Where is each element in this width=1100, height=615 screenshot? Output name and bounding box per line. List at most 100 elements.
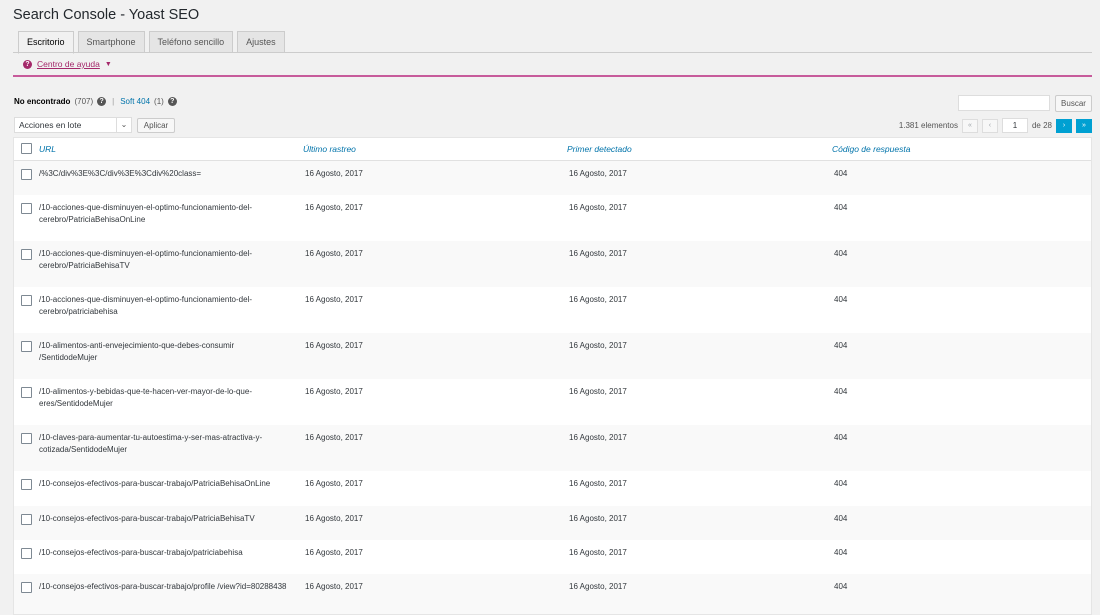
url-cell: /10-acciones-que-disminuyen-el-optimo-fu… <box>39 203 252 224</box>
row-checkbox[interactable] <box>21 514 32 525</box>
response-code-cell: 404 <box>834 203 848 212</box>
first-detected-cell: 16 Agosto, 2017 <box>569 169 627 178</box>
items-count: 1.381 elementos <box>898 121 958 130</box>
first-detected-cell: 16 Agosto, 2017 <box>569 295 627 304</box>
url-cell: /10-consejos-efectivos-para-buscar-traba… <box>39 479 271 488</box>
tab-divider <box>13 52 1092 53</box>
table-row: /10-alimentos-y-bebidas-que-te-hacen-ver… <box>14 379 1091 425</box>
issues-table: URL Último rastreo Primer detectado Códi… <box>13 137 1092 615</box>
first-detected-cell: 16 Agosto, 2017 <box>569 387 627 396</box>
column-url[interactable]: URL <box>39 144 56 154</box>
url-cell: /10-consejos-efectivos-para-buscar-traba… <box>39 514 255 523</box>
table-row: /10-consejos-efectivos-para-buscar-traba… <box>14 506 1091 540</box>
table-body: /%3C/div%3E%3C/div%3E%3Cdiv%20class= 16 A… <box>14 161 1091 614</box>
help-center-link[interactable]: Centro de ayuda <box>37 59 100 69</box>
question-icon: ? <box>23 59 32 69</box>
current-page-input[interactable]: 1 <box>1001 118 1028 133</box>
table-row: /10-consejos-efectivos-para-buscar-traba… <box>14 471 1091 506</box>
apply-button[interactable]: Aplicar <box>137 118 175 133</box>
table-row: /%3C/div%3E%3C/div%3E%3Cdiv%20class= 16 A… <box>14 161 1091 195</box>
response-code-cell: 404 <box>834 582 848 591</box>
row-checkbox[interactable] <box>21 169 32 180</box>
row-checkbox[interactable] <box>21 548 32 559</box>
last-crawled-cell: 16 Agosto, 2017 <box>305 203 363 212</box>
url-cell: /10-alimentos-y-bebidas-que-te-hacen-ver… <box>39 387 252 408</box>
table-row: /10-claves-para-aumentar-tu-autoestima-y… <box>14 425 1091 471</box>
column-first-detected[interactable]: Primer detectado <box>567 144 632 154</box>
table-row: /10-acciones-que-disminuyen-el-optimo-fu… <box>14 195 1091 241</box>
first-detected-cell: 16 Agosto, 2017 <box>569 582 627 591</box>
response-code-cell: 404 <box>834 514 848 523</box>
url-cell: /10-acciones-que-disminuyen-el-optimo-fu… <box>39 295 252 316</box>
page-title: Search Console - Yoast SEO <box>13 7 200 23</box>
help-center: ? Centro de ayuda ▼ <box>23 59 112 69</box>
row-checkbox[interactable] <box>21 341 32 352</box>
last-crawled-cell: 16 Agosto, 2017 <box>305 548 363 557</box>
row-checkbox[interactable] <box>21 433 32 444</box>
url-cell: /10-consejos-efectivos-para-buscar-traba… <box>39 548 243 557</box>
tab-telefono-sencillo[interactable]: Teléfono sencillo <box>148 31 234 53</box>
row-checkbox[interactable] <box>21 387 32 398</box>
next-page-button[interactable]: › <box>1056 118 1072 133</box>
question-icon[interactable]: ? <box>97 97 107 106</box>
question-icon[interactable]: ? <box>167 97 177 106</box>
url-cell: /10-consejos-efectivos-para-buscar-traba… <box>39 582 287 591</box>
last-crawled-cell: 16 Agosto, 2017 <box>305 295 363 304</box>
response-code-cell: 404 <box>834 169 848 178</box>
response-code-cell: 404 <box>834 479 848 488</box>
last-crawled-cell: 16 Agosto, 2017 <box>305 479 363 488</box>
not-found-count: (707) <box>74 97 94 106</box>
first-detected-cell: 16 Agosto, 2017 <box>569 203 627 212</box>
chevron-down-icon: ⌄ <box>116 118 131 132</box>
row-checkbox[interactable] <box>21 249 32 260</box>
url-cell: /10-claves-para-aumentar-tu-autoestima-y… <box>39 433 263 454</box>
search-button[interactable]: Buscar <box>1055 95 1092 112</box>
first-page-button[interactable]: « <box>961 118 978 133</box>
filter-soft-404[interactable]: Soft 404 <box>120 97 150 106</box>
column-last-crawled[interactable]: Último rastreo <box>303 144 356 154</box>
column-response-code[interactable]: Código de respuesta <box>832 144 910 154</box>
last-crawled-cell: 16 Agosto, 2017 <box>305 433 363 442</box>
response-code-cell: 404 <box>834 249 848 258</box>
first-detected-cell: 16 Agosto, 2017 <box>569 249 627 258</box>
table-row: /10-consejos-efectivos-para-buscar-traba… <box>14 540 1091 574</box>
last-crawled-cell: 16 Agosto, 2017 <box>305 249 363 258</box>
last-crawled-cell: 16 Agosto, 2017 <box>305 341 363 350</box>
last-page-button[interactable]: » <box>1076 118 1092 133</box>
url-cell: /10-alimentos-anti-envejecimiento-que-de… <box>39 341 235 362</box>
status-filters: No encontrado (707) ? | Soft 404 (1) ? <box>14 97 177 106</box>
table-row: /10-acciones-que-disminuyen-el-optimo-fu… <box>14 287 1091 333</box>
first-detected-cell: 16 Agosto, 2017 <box>569 514 627 523</box>
last-crawled-cell: 16 Agosto, 2017 <box>305 387 363 396</box>
select-all-checkbox[interactable] <box>21 143 32 154</box>
table-row: /10-consejos-efectivos-para-buscar-traba… <box>14 574 1091 614</box>
last-crawled-cell: 16 Agosto, 2017 <box>305 169 363 178</box>
search-input[interactable] <box>958 95 1050 111</box>
row-checkbox[interactable] <box>21 295 32 306</box>
row-checkbox[interactable] <box>21 479 32 490</box>
response-code-cell: 404 <box>834 387 848 396</box>
response-code-cell: 404 <box>834 341 848 350</box>
filter-not-found[interactable]: No encontrado <box>14 97 70 106</box>
url-cell: /10-acciones-que-disminuyen-el-optimo-fu… <box>39 249 252 270</box>
prev-page-button[interactable]: ‹ <box>981 118 998 133</box>
tab-escritorio[interactable]: Escritorio <box>18 31 74 54</box>
tab-ajustes[interactable]: Ajustes <box>237 31 285 53</box>
bulk-actions-value: Acciones en lote <box>19 120 82 130</box>
total-pages: de 28 <box>1031 121 1052 130</box>
bulk-actions-select[interactable]: Acciones en lote ⌄ <box>14 117 132 133</box>
tab-smartphone[interactable]: Smartphone <box>77 31 145 53</box>
soft-404-count: (1) <box>154 97 164 106</box>
row-checkbox[interactable] <box>21 203 32 214</box>
caret-down-icon[interactable]: ▼ <box>105 61 112 68</box>
first-detected-cell: 16 Agosto, 2017 <box>569 479 627 488</box>
tab-bar: Escritorio Smartphone Teléfono sencillo … <box>18 31 285 54</box>
first-detected-cell: 16 Agosto, 2017 <box>569 341 627 350</box>
table-row: /10-acciones-que-disminuyen-el-optimo-fu… <box>14 241 1091 287</box>
filter-separator: | <box>112 97 115 106</box>
response-code-cell: 404 <box>834 548 848 557</box>
row-checkbox[interactable] <box>21 582 32 593</box>
table-row: /10-alimentos-anti-envejecimiento-que-de… <box>14 333 1091 379</box>
response-code-cell: 404 <box>834 433 848 442</box>
table-header: URL Último rastreo Primer detectado Códi… <box>14 138 1091 161</box>
